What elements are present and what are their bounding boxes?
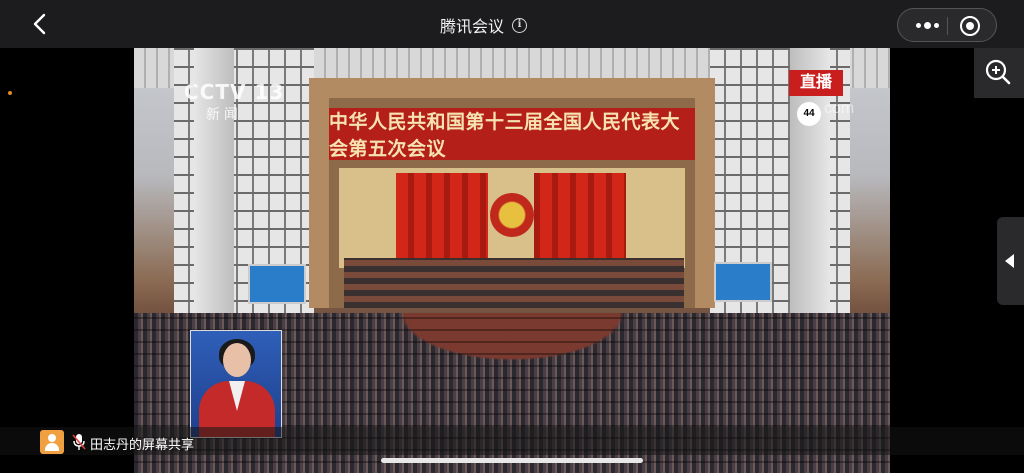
info-icon[interactable]: i — [512, 17, 528, 33]
cctv-logo: CCTV 13 — [184, 80, 285, 104]
cctv-channel-sub: 新 闻 — [206, 106, 238, 122]
mini-program-capsule — [897, 8, 997, 42]
status-dot — [8, 91, 12, 95]
red-flags-right — [534, 173, 626, 263]
meeting-title: 腾讯会议 — [440, 19, 505, 36]
red-flags-left — [396, 173, 488, 263]
sign-language-interpreter — [190, 330, 282, 438]
zoom-button[interactable] — [974, 48, 1024, 98]
temperature-badge: 44 — [797, 102, 821, 126]
congress-banner: 中华人民共和国第十三届全国人民代表大会第五次会议 — [329, 108, 695, 160]
watermark: com — [824, 100, 855, 117]
top-bar: 腾讯会议 i — [0, 0, 1024, 48]
chevron-left-icon — [1005, 254, 1014, 268]
zoom-in-icon — [985, 59, 1011, 85]
shared-screen-video[interactable]: 中华人民共和国第十三届全国人民代表大会第五次会议 CCTV 13 新 闻 直播 … — [134, 48, 890, 473]
national-emblem-icon — [490, 193, 534, 237]
interpreter-face — [223, 343, 251, 377]
back-chevron-icon[interactable] — [26, 10, 54, 38]
capsule-divider — [947, 17, 948, 35]
user-avatar-icon — [40, 430, 64, 454]
target-icon[interactable] — [960, 16, 980, 36]
side-panel-toggle[interactable] — [997, 217, 1024, 305]
title-group[interactable]: 腾讯会议 i — [440, 13, 528, 37]
presidium-dais — [344, 258, 684, 308]
side-screen-right — [714, 262, 772, 302]
home-indicator[interactable] — [381, 458, 643, 463]
side-screen-left — [248, 264, 306, 304]
live-badge: 直播 — [789, 70, 843, 96]
more-dots-icon[interactable] — [910, 9, 944, 41]
screen-share-label: 田志丹的屏幕共享 — [90, 437, 195, 452]
mic-muted-icon — [72, 434, 86, 450]
